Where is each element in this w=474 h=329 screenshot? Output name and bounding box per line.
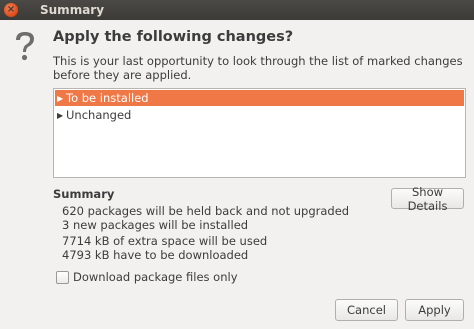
summary-new-packages: 3 new packages will be installed xyxy=(62,218,249,232)
summary-download-size: 4793 kB have to be downloaded xyxy=(62,248,249,262)
window-title: Summary xyxy=(40,3,105,17)
tree-row-label: To be installed xyxy=(66,91,149,105)
dialog-intro: This is your last opportunity to look th… xyxy=(53,54,463,82)
expander-arrow-icon[interactable]: ▶ xyxy=(57,94,66,103)
close-glyph: × xyxy=(6,4,16,15)
apply-button[interactable]: Apply xyxy=(405,299,464,321)
summary-extra-space: 7714 kB of extra space will be used xyxy=(62,234,268,248)
download-only-label[interactable]: Download package files only xyxy=(73,270,238,284)
summary-heading: Summary xyxy=(53,187,115,201)
download-only-checkbox[interactable] xyxy=(56,271,69,284)
changes-tree[interactable]: ▶ To be installed ▶ Unchanged xyxy=(53,88,466,178)
dialog-heading: Apply the following changes? xyxy=(53,29,294,45)
question-icon xyxy=(16,32,34,61)
tree-row-unchanged[interactable]: ▶ Unchanged xyxy=(55,107,464,123)
tree-row-to-be-installed[interactable]: ▶ To be installed xyxy=(55,90,464,106)
summary-dialog: × Summary Apply the following changes? T… xyxy=(0,0,474,329)
summary-held-back: 620 packages will be held back and not u… xyxy=(62,204,350,218)
expander-arrow-icon[interactable]: ▶ xyxy=(57,111,66,120)
title-bar: × Summary xyxy=(0,0,474,20)
cancel-button[interactable]: Cancel xyxy=(335,299,398,321)
show-details-button[interactable]: Show Details xyxy=(391,185,464,213)
tree-row-label: Unchanged xyxy=(66,108,132,122)
close-icon[interactable]: × xyxy=(4,3,18,17)
